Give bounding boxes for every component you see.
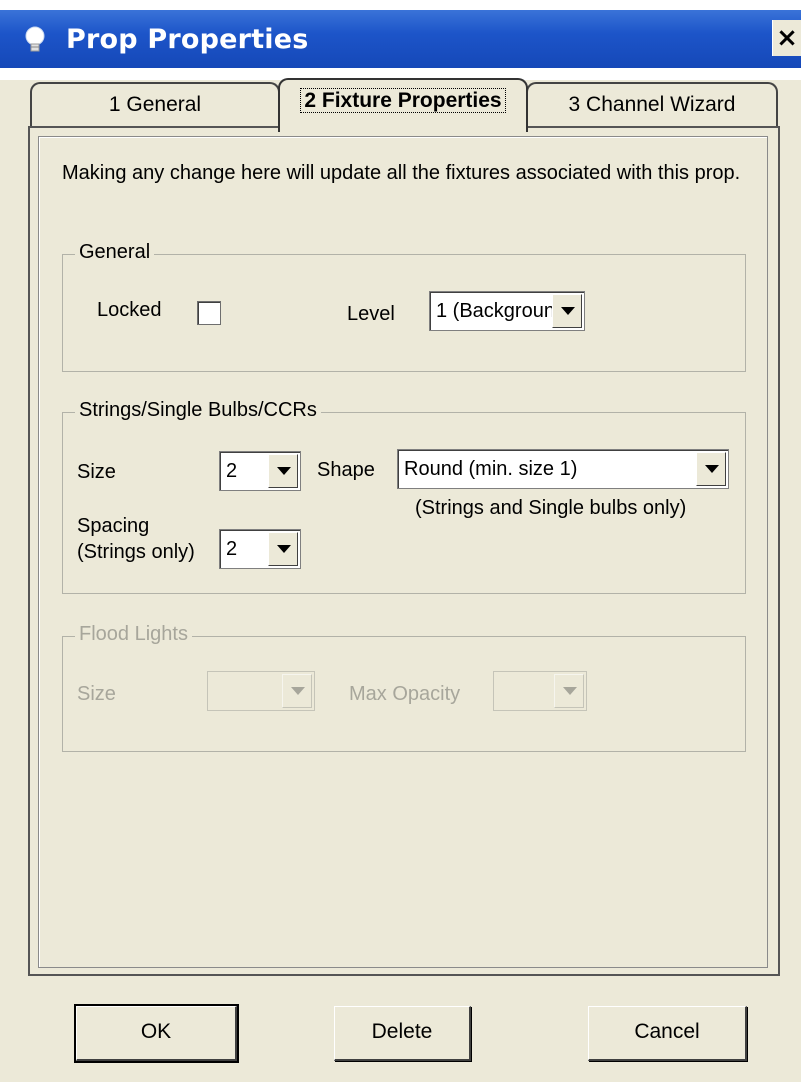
level-select[interactable]: 1 (Backgroun [429,291,585,331]
strings-group: Strings/Single Bulbs/CCRs Size 2 Shape R… [62,399,746,594]
level-select-value: 1 (Backgroun [436,300,554,322]
lightbulb-icon [25,26,45,52]
tab-general[interactable]: 1 General [30,82,280,130]
chevron-down-icon [282,674,312,708]
flood-lights-group: Flood Lights Size Max Opacity [62,623,746,752]
general-group: General Locked Level 1 (Backgroun [62,241,746,372]
cancel-button[interactable]: Cancel [588,1006,747,1061]
tab-channel-wizard[interactable]: 3 Channel Wizard [526,82,778,130]
strings-group-legend: Strings/Single Bulbs/CCRs [75,399,321,422]
flood-lights-legend: Flood Lights [75,623,192,646]
ok-button[interactable]: OK [74,1004,239,1063]
tab-fixture-properties-label: 2 Fixture Properties [300,88,506,113]
spacing-label: Spacing [77,515,150,537]
close-icon: × [776,23,798,53]
size-label: Size [77,461,116,483]
ok-button-label: OK [140,1020,172,1043]
close-button[interactable]: × [772,20,801,56]
chevron-down-icon [554,674,584,708]
title-bar: Prop Properties × [0,0,801,80]
chevron-down-icon[interactable] [552,294,582,328]
flood-size-label: Size [77,683,116,705]
level-label: Level [347,303,395,325]
spacing-select-value: 2 [226,538,238,560]
window-title: Prop Properties [66,24,309,55]
locked-label: Locked [97,299,162,321]
general-group-legend: General [75,241,155,264]
size-select-value: 2 [226,460,238,482]
tab-general-label: 1 General [108,93,202,116]
delete-button-label: Delete [371,1020,433,1043]
shape-select[interactable]: Round (min. size 1) [397,449,729,489]
size-select[interactable]: 2 [219,451,301,491]
locked-checkbox[interactable] [197,301,221,325]
max-opacity-label: Max Opacity [349,683,461,705]
shape-label: Shape [317,459,375,481]
shape-note: (Strings and Single bulbs only) [415,497,687,519]
max-opacity-select [493,671,587,711]
chevron-down-icon[interactable] [696,452,726,486]
tab-fixture-properties[interactable]: 2 Fixture Properties [278,78,528,132]
cancel-button-label: Cancel [634,1020,700,1043]
intro-text: Making any change here will update all t… [62,162,741,184]
delete-button[interactable]: Delete [334,1006,471,1061]
spacing-select[interactable]: 2 [219,529,301,569]
chevron-down-icon[interactable] [268,532,298,566]
spacing-sublabel: (Strings only) [77,541,195,563]
shape-select-value: Round (min. size 1) [404,458,578,480]
chevron-down-icon[interactable] [268,454,298,488]
tab-channel-wizard-label: 3 Channel Wizard [568,93,736,116]
flood-size-select [207,671,315,711]
title-bar-background: Prop Properties [0,10,801,68]
tab-panel: Making any change here will update all t… [28,126,780,976]
